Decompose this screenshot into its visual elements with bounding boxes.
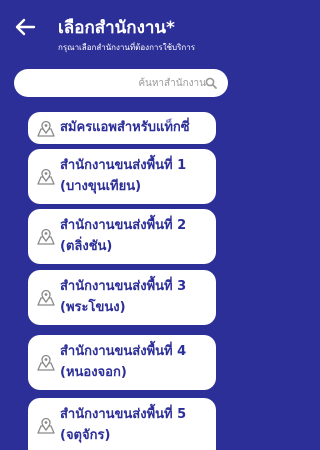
location-pin-map-icon (37, 354, 55, 371)
location-pin-map-icon (37, 289, 55, 306)
location-pin-map-icon (37, 417, 55, 434)
location-pin-map-icon (37, 228, 55, 245)
office-district: (จตุจักร) (60, 428, 111, 443)
location-pin-map-icon (37, 168, 55, 185)
office-label: สำนักงานขนส่งพื้นที่ 5 (จตุจักร) (60, 404, 212, 446)
office-item[interactable]: สำนักงานขนส่งพื้นที่ 5 (จตุจักร) (28, 398, 216, 450)
office-district: (พระโขนง) (60, 300, 126, 315)
office-list: สมัครแอพสำหรับแท็กซี่ สำนักงานขนส่งพื้นท… (0, 0, 242, 450)
office-name: สำนักงานขนส่งพื้นที่ 4 (60, 344, 187, 359)
office-name: สำนักงานขนส่งพื้นที่ 5 (60, 407, 187, 422)
office-item[interactable]: สำนักงานขนส่งพื้นที่ 3 (พระโขนง) (28, 270, 216, 325)
office-name: สำนักงานขนส่งพื้นที่ 1 (60, 158, 187, 173)
office-item[interactable]: สำนักงานขนส่งพื้นที่ 4 (หนองจอก) (28, 335, 216, 390)
office-name: สำนักงานขนส่งพื้นที่ 3 (60, 279, 187, 294)
office-label: สำนักงานขนส่งพื้นที่ 2 (ตลิ่งชัน) (60, 215, 212, 257)
office-item[interactable]: สำนักงานขนส่งพื้นที่ 2 (ตลิ่งชัน) (28, 209, 216, 264)
office-name: สมัครแอพสำหรับแท็กซี่ (60, 120, 190, 135)
office-item[interactable]: สำนักงานขนส่งพื้นที่ 1 (บางขุนเทียน) (28, 149, 216, 204)
office-item[interactable]: สมัครแอพสำหรับแท็กซี่ (28, 112, 216, 144)
office-district: (หนองจอก) (60, 365, 127, 380)
location-pin-map-icon (37, 120, 55, 137)
office-label: สำนักงานขนส่งพื้นที่ 3 (พระโขนง) (60, 276, 212, 318)
office-label: สำนักงานขนส่งพื้นที่ 1 (บางขุนเทียน) (60, 155, 212, 197)
office-district: (ตลิ่งชัน) (60, 239, 113, 254)
office-name: สำนักงานขนส่งพื้นที่ 2 (60, 218, 187, 233)
office-label: สำนักงานขนส่งพื้นที่ 4 (หนองจอก) (60, 341, 212, 383)
office-district: (บางขุนเทียน) (60, 179, 142, 194)
office-label: สมัครแอพสำหรับแท็กซี่ (60, 117, 212, 138)
